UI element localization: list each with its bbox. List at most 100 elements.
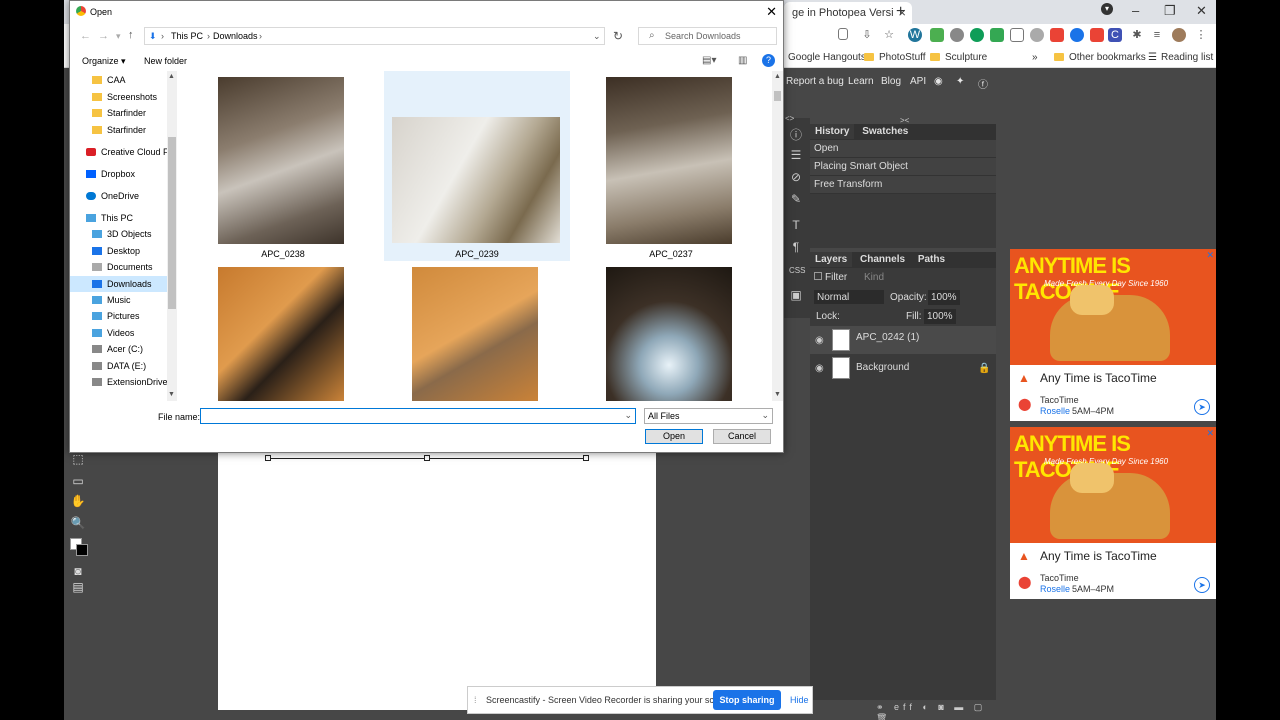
- layer-actions-icons[interactable]: ⚭ eff ◐ ◙ ▬ ▢ 🗑: [876, 702, 996, 720]
- extension-circle-icon[interactable]: [1030, 28, 1044, 42]
- adjustments-icon[interactable]: ☰: [789, 148, 803, 162]
- nav-item-acer-c[interactable]: Acer (C:): [92, 344, 143, 354]
- file-item[interactable]: APC_0237: [578, 71, 764, 261]
- character-icon[interactable]: T: [789, 218, 803, 232]
- scroll-up-icon[interactable]: ▲: [774, 73, 781, 80]
- nav-item-music[interactable]: Music: [92, 295, 131, 305]
- star-icon[interactable]: ☆: [882, 28, 896, 42]
- extension-c-icon[interactable]: C: [1108, 28, 1122, 42]
- collapse-panel-icon[interactable]: <>: [785, 114, 794, 123]
- filter-checkbox[interactable]: [814, 272, 822, 280]
- breadcrumb-this-pc[interactable]: This PC: [171, 31, 203, 41]
- ad-close-icon[interactable]: ✕: [1206, 428, 1214, 439]
- tab-paths[interactable]: Paths: [913, 252, 950, 267]
- screen-mode-icon[interactable]: ▤: [70, 580, 86, 594]
- extension-red-square-icon[interactable]: [1090, 28, 1104, 42]
- nav-item-documents[interactable]: Documents: [92, 262, 153, 272]
- chrome-menu-icon[interactable]: ⋮: [1194, 28, 1208, 42]
- browser-tab[interactable]: ge in Photopea Versi ×: [784, 2, 912, 24]
- learn-link[interactable]: Learn: [848, 76, 874, 87]
- report-bug-link[interactable]: Report a bug: [786, 76, 844, 87]
- nav-item-desktop[interactable]: Desktop: [92, 246, 140, 256]
- color-swatches-icon[interactable]: [70, 538, 88, 556]
- nav-item-this-pc[interactable]: This PC: [86, 213, 133, 223]
- transform-handle[interactable]: [583, 455, 589, 461]
- blend-mode-select[interactable]: Normal: [814, 290, 884, 304]
- facebook-icon[interactable]: ⓕ: [978, 76, 988, 91]
- tab-channels[interactable]: Channels: [855, 252, 910, 267]
- tab-layers[interactable]: Layers: [810, 252, 853, 267]
- file-grid-scrollbar[interactable]: ▲ ▼: [772, 71, 783, 401]
- drag-handle-icon[interactable]: ⁞: [474, 695, 477, 705]
- refresh-icon[interactable]: ↻: [613, 29, 623, 43]
- wordpress-icon[interactable]: W: [908, 28, 922, 42]
- avatar[interactable]: [1172, 28, 1186, 42]
- address-bar[interactable]: ⬇ › This PC › Downloads › ⌄: [144, 27, 605, 45]
- close-window-icon[interactable]: ✕: [1196, 3, 1207, 19]
- profile-dropdown-icon[interactable]: ▾: [1101, 3, 1113, 15]
- install-icon[interactable]: ⇩: [860, 28, 874, 42]
- nav-item-caa[interactable]: CAA: [92, 75, 126, 85]
- layer-row[interactable]: ◉ APC_0242 (1): [810, 326, 996, 354]
- extension-bar-icon[interactable]: [990, 28, 1004, 42]
- new-tab-button[interactable]: +: [896, 3, 905, 21]
- chevron-down-icon[interactable]: ⌄: [624, 410, 632, 421]
- breadcrumb-downloads[interactable]: Downloads: [213, 31, 258, 41]
- expand-panel-icon[interactable]: ><: [900, 116, 909, 125]
- kind-dropdown[interactable]: Kind: [864, 272, 884, 283]
- opacity-input[interactable]: 100%: [928, 290, 960, 305]
- nav-item-downloads[interactable]: Downloads: [70, 276, 167, 292]
- extensions-puzzle-icon[interactable]: ✱: [1130, 28, 1144, 42]
- bookmark-photostuff[interactable]: PhotoStuff: [864, 52, 926, 63]
- image-icon[interactable]: ▣: [789, 288, 803, 302]
- reading-mode-icon[interactable]: ≡: [1150, 28, 1164, 42]
- nav-scrollbar[interactable]: ▲ ▼: [167, 71, 177, 401]
- twitter-icon[interactable]: ✦: [956, 76, 964, 87]
- recent-dropdown-icon[interactable]: ▾: [116, 31, 121, 42]
- extension-grey-icon[interactable]: [950, 28, 964, 42]
- nav-item-creative-cloud[interactable]: Creative Cloud Fil: [86, 147, 173, 157]
- nav-item-extension-drive[interactable]: ExtensionDrive (: [92, 377, 173, 387]
- reading-list[interactable]: ☰ Reading list: [1148, 52, 1213, 63]
- bookmark-sculpture[interactable]: Sculpture: [930, 52, 987, 63]
- minimize-icon[interactable]: –: [1132, 3, 1139, 18]
- ad-title[interactable]: Any Time is TacoTime: [1040, 549, 1157, 563]
- tab-swatches[interactable]: Swatches: [857, 124, 913, 139]
- fill-input[interactable]: 100%: [924, 309, 956, 324]
- nav-item-3d-objects[interactable]: 3D Objects: [92, 229, 152, 239]
- quick-mask-icon[interactable]: ◙: [70, 564, 86, 578]
- nav-scrollbar-thumb[interactable]: [168, 137, 176, 309]
- scroll-down-icon[interactable]: ▼: [168, 391, 175, 398]
- scrollbar-thumb[interactable]: [774, 91, 781, 101]
- cancel-button[interactable]: Cancel: [713, 429, 771, 444]
- layer-row[interactable]: ◉ Background 🔒: [810, 354, 996, 382]
- chevron-down-icon[interactable]: ⌄: [593, 31, 601, 42]
- transform-handle[interactable]: [265, 455, 271, 461]
- search-input[interactable]: ⌕ Search Downloads: [638, 27, 777, 45]
- other-bookmarks[interactable]: Other bookmarks: [1054, 52, 1146, 63]
- brush-icon[interactable]: ✎: [789, 192, 803, 206]
- maximize-icon[interactable]: ❐: [1164, 3, 1176, 19]
- nav-item-starfinder[interactable]: Starfinder: [92, 108, 146, 118]
- hand-tool-icon[interactable]: ✋: [70, 494, 86, 508]
- css-icon[interactable]: CSS: [789, 266, 805, 280]
- directions-icon[interactable]: ➤: [1194, 577, 1210, 593]
- api-link[interactable]: API: [910, 76, 926, 87]
- file-item[interactable]: APC_0239: [384, 71, 570, 261]
- share-icon[interactable]: [838, 28, 848, 40]
- nav-item-screenshots[interactable]: Screenshots: [92, 92, 157, 102]
- forward-arrow-icon[interactable]: →: [98, 30, 109, 42]
- file-item[interactable]: [190, 261, 376, 401]
- rectangle-tool-icon[interactable]: ▭: [70, 474, 86, 488]
- open-button[interactable]: Open: [645, 429, 703, 444]
- hide-button[interactable]: Hide: [790, 695, 809, 705]
- history-item[interactable]: Open: [810, 140, 996, 158]
- select-tool-icon[interactable]: ⬚: [70, 452, 86, 466]
- paragraph-icon[interactable]: ¶: [789, 240, 803, 254]
- more-bookmarks-button[interactable]: »: [1032, 52, 1038, 63]
- nav-item-videos[interactable]: Videos: [92, 328, 134, 338]
- organize-button[interactable]: Organize ▾: [82, 56, 126, 67]
- ad-banner[interactable]: ANYTIME IS TACOTIME Made Fresh Every Day…: [1010, 427, 1216, 599]
- extension-blue-icon[interactable]: [1070, 28, 1084, 42]
- visibility-eye-icon[interactable]: ◉: [815, 335, 824, 346]
